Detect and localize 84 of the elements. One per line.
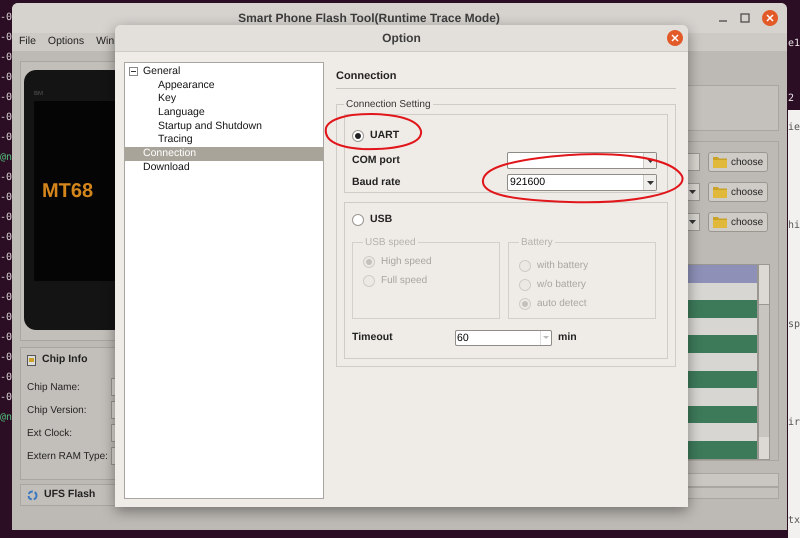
collapse-icon[interactable]	[129, 67, 138, 76]
dialog-title: Option	[382, 30, 421, 47]
terminal-text: tx	[788, 514, 800, 528]
terminal-text: -0	[0, 71, 12, 85]
group-title: USB speed	[364, 236, 417, 250]
radio-label: Full speed	[381, 274, 428, 288]
baud-rate-dropdown[interactable]: 921600	[507, 174, 657, 191]
tree-item[interactable]: Appearance	[125, 78, 323, 92]
refresh-icon	[27, 490, 38, 500]
terminal-text: ie	[788, 121, 800, 135]
terminal-text: ir	[788, 416, 800, 430]
folder-icon	[713, 216, 727, 228]
terminal-text: -0	[0, 111, 12, 125]
field-label: Chip Name:	[27, 380, 81, 394]
terminal-text: -0	[0, 311, 12, 325]
choose-button[interactable]: choose	[708, 212, 768, 232]
terminal-text: -0	[0, 171, 12, 185]
terminal-text: -0	[0, 11, 12, 25]
maximize-icon[interactable]	[740, 13, 750, 23]
radio-label: UART	[370, 128, 400, 144]
window-title: Smart Phone Flash Tool(Runtime Trace Mode)	[238, 10, 500, 27]
menu-item[interactable]: File	[19, 34, 36, 50]
terminal-text: sp	[788, 318, 800, 332]
field-label: Chip Version:	[27, 404, 88, 418]
folder-icon	[713, 186, 727, 198]
radio-label: USB	[370, 212, 392, 228]
terminal-text: -0	[0, 391, 12, 405]
field-label: Baud rate	[352, 174, 402, 190]
tree-item[interactable]: Tracing	[125, 133, 323, 148]
terminal-text: @n	[0, 151, 12, 165]
terminal-text: -0	[0, 91, 12, 105]
tree-item[interactable]: General	[125, 65, 323, 79]
field-label: COM port	[352, 152, 401, 168]
choose-button[interactable]: choose	[708, 152, 768, 172]
scrollbar[interactable]	[758, 264, 770, 460]
radio-button[interactable]	[352, 214, 364, 226]
terminal-text: 2	[788, 92, 796, 106]
radio-label: with battery	[537, 259, 588, 273]
timeout-spinbox[interactable]: 60	[455, 330, 552, 346]
terminal-text: -0	[0, 31, 12, 45]
choose-button[interactable]: choose	[708, 182, 768, 202]
dropdown-arrow-icon	[689, 220, 696, 224]
terminal-text: -0	[0, 291, 12, 305]
menu-item[interactable]: Options	[48, 34, 84, 50]
radio-button[interactable]	[352, 130, 364, 142]
close-icon[interactable]	[667, 30, 683, 46]
phone-model: MT68	[41, 179, 94, 204]
field-label: Ext Clock:	[27, 426, 74, 440]
dropdown-arrow-icon	[543, 336, 549, 339]
panel-title: UFS Flash	[44, 487, 96, 502]
tree-item[interactable]: Language	[125, 106, 323, 120]
terminal-text: @n	[0, 411, 12, 425]
terminal-text: -0	[0, 371, 12, 385]
dropdown-arrow-icon	[646, 180, 654, 184]
terminal-text: -0	[0, 191, 12, 205]
tree-item[interactable]: Key	[125, 92, 323, 106]
terminal-text: -0	[0, 251, 12, 265]
terminal-text: -0	[0, 231, 12, 245]
tree-item[interactable]: Download	[125, 160, 323, 174]
terminal-text: -0	[0, 51, 12, 65]
group-title: Connection Setting	[345, 98, 432, 112]
panel-title: Chip Info	[42, 352, 88, 368]
menu-item[interactable]: Win	[96, 34, 114, 50]
terminal-text: e1	[788, 37, 800, 51]
terminal-text: -0	[0, 271, 12, 285]
folder-icon	[713, 156, 727, 168]
terminal-text: -0	[0, 131, 12, 145]
unit-label: min	[558, 330, 577, 345]
terminal-text: -0	[0, 351, 12, 365]
dropdown-arrow-icon	[646, 158, 654, 162]
radio-label: High speed	[381, 255, 432, 269]
radio-label: auto detect	[537, 297, 586, 311]
close-icon[interactable]	[762, 10, 778, 26]
chip-icon	[27, 354, 36, 366]
dropdown-arrow-icon	[689, 190, 696, 194]
field-label: Timeout	[352, 330, 394, 345]
page-heading: Connection	[336, 69, 398, 84]
field-label: Extern RAM Type:	[27, 450, 109, 464]
group-title: Battery	[520, 236, 554, 250]
terminal-text: -0	[0, 211, 12, 225]
radio-label: w/o battery	[537, 278, 586, 292]
terminal-text: -0	[0, 331, 12, 345]
tree-item[interactable]: Startup and Shutdown	[125, 120, 323, 134]
terminal-text: hi	[788, 219, 800, 234]
